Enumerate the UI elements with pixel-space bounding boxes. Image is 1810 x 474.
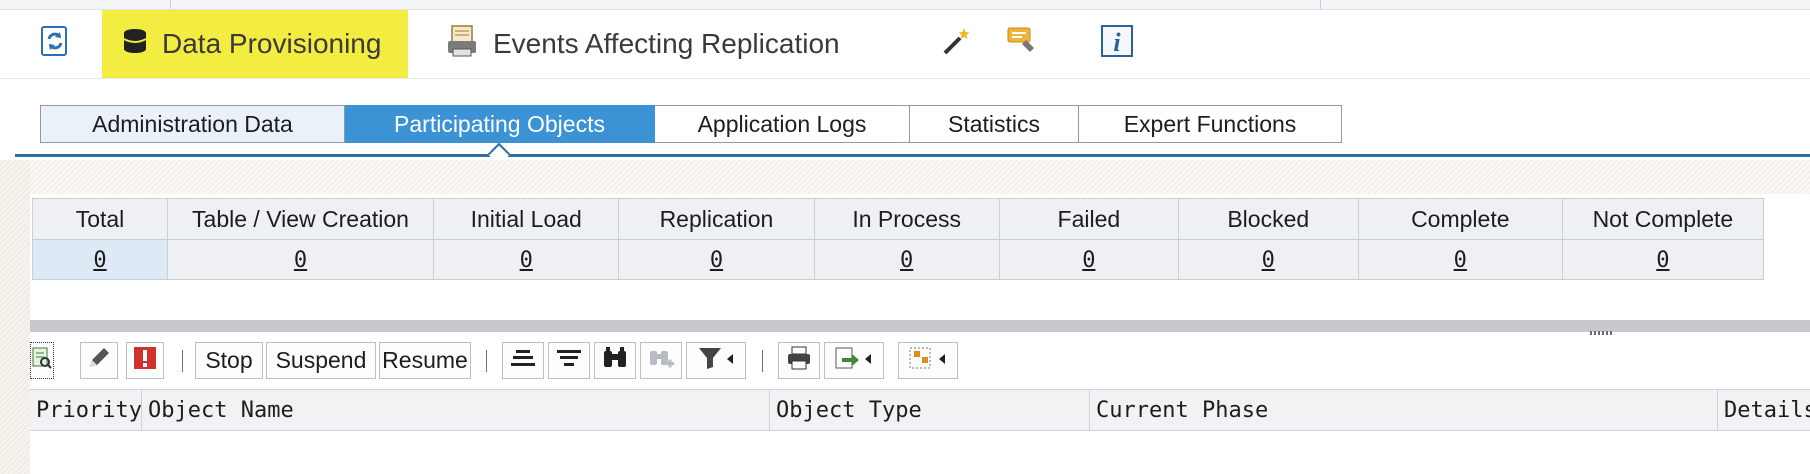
stat-header: Table / View Creation [166,198,435,240]
stat-complete-cell[interactable]: 0 [1357,239,1564,280]
stat-replication-cell[interactable]: 0 [618,239,815,280]
data-provisioning-button[interactable]: Data Provisioning [102,10,408,78]
column-header-priority[interactable]: Priority [30,390,142,430]
stat-header: Failed [998,198,1179,240]
stat-header: In Process [813,198,1000,240]
sort-ascending-button[interactable] [502,342,544,379]
stat-not-complete-cell[interactable]: 0 [1562,239,1764,280]
column-header-current-phase[interactable]: Current Phase [1090,390,1718,430]
stat-header: Total [32,198,168,240]
highlighter-button[interactable] [1004,10,1044,78]
resume-button[interactable]: Resume [379,342,471,379]
layout-icon [908,345,948,377]
stat-not-complete-link[interactable]: 0 [1656,248,1669,273]
refresh-button[interactable] [38,10,88,78]
background-pattern [0,160,1810,194]
select-layout-button[interactable] [30,342,54,379]
info-button[interactable]: i [1100,10,1140,78]
top-divider [1320,0,1321,9]
grid-header-row: Priority Object Name Object Type Current… [30,389,1810,431]
statistics-value-row: 0 0 0 0 0 0 0 0 0 [32,239,1810,280]
toolbar-separator [762,350,763,372]
magic-wand-icon [940,24,974,65]
stat-spacer [1763,239,1810,280]
stat-total-cell[interactable]: 0 [32,239,168,280]
stat-header: Replication [618,198,815,240]
events-affecting-replication-label: Events Affecting Replication [493,28,840,59]
stop-button[interactable]: Stop [195,342,263,379]
grid-body [30,431,1810,474]
pencil-icon [86,345,112,377]
suspend-button[interactable]: Suspend [266,342,376,379]
stat-initial-load-link[interactable]: 0 [520,248,533,273]
printer-log-icon [445,24,479,65]
background-pattern [0,160,30,474]
stat-replication-link[interactable]: 0 [710,248,723,273]
stat-blocked-link[interactable]: 0 [1262,248,1275,273]
error-button[interactable] [126,342,164,379]
stat-table-view-creation-link[interactable]: 0 [294,248,307,273]
tab-expert-functions[interactable]: Expert Functions [1079,105,1342,143]
stat-header: Not Complete [1562,198,1764,240]
stat-complete-link[interactable]: 0 [1454,248,1467,273]
stat-total-link[interactable]: 0 [93,248,106,273]
column-header-object-type[interactable]: Object Type [770,390,1090,430]
stat-failed-cell[interactable]: 0 [998,239,1179,280]
sort-ascending-icon [510,345,536,377]
stat-header: Blocked [1177,198,1359,240]
stat-in-process-link[interactable]: 0 [900,248,913,273]
binoculars-plus-icon [648,345,674,377]
splitter-grip-icon[interactable] [1590,331,1614,335]
stat-failed-link[interactable]: 0 [1082,248,1095,273]
tab-underline [15,154,1810,157]
stat-initial-load-cell[interactable]: 0 [433,239,620,280]
sort-descending-button[interactable] [548,342,590,379]
tab-participating-objects[interactable]: Participating Objects [345,105,655,143]
toolbar-separator [486,350,487,372]
find-next-button[interactable] [640,342,682,379]
tab-application-logs[interactable]: Application Logs [655,105,910,143]
tab-statistics[interactable]: Statistics [910,105,1079,143]
svg-text:i: i [1113,28,1121,57]
toolbar-separator [182,350,183,372]
filter-icon [696,345,736,377]
info-icon: i [1100,24,1134,65]
column-header-details[interactable]: Details [1718,390,1810,430]
stat-header: Complete [1357,198,1564,240]
grid-toolbar: Stop Suspend Resume [30,338,1810,384]
statistics-header-row: Total Table / View Creation Initial Load… [32,198,1810,240]
binoculars-icon [602,345,628,377]
edit-button[interactable] [80,342,118,379]
highlighter-icon [1004,24,1038,65]
tab-strip: Administration Data Participating Object… [40,105,1342,145]
print-button[interactable] [778,342,820,379]
application-toolbar: Data Provisioning Events Affecting Repli… [0,10,1810,79]
sort-descending-icon [556,345,582,377]
error-icon [132,345,158,377]
data-provisioning-label: Data Provisioning [162,28,382,59]
stat-spacer [1763,198,1810,240]
statistics-table: Total Table / View Creation Initial Load… [32,198,1810,280]
stat-header: Initial Load [433,198,620,240]
export-button[interactable] [824,342,884,379]
tab-administration-data[interactable]: Administration Data [40,105,345,143]
splitter-bar[interactable] [30,320,1810,332]
stat-table-view-creation-cell[interactable]: 0 [166,239,435,280]
column-header-object-name[interactable]: Object Name [142,390,770,430]
printer-icon [786,345,812,377]
filter-button[interactable] [686,342,746,379]
database-icon [122,27,148,62]
find-button[interactable] [594,342,636,379]
export-icon [834,345,874,377]
events-affecting-replication-button[interactable]: Events Affecting Replication [445,10,865,78]
layout-button[interactable] [898,342,958,379]
magic-wand-button[interactable] [940,10,980,78]
stat-blocked-cell[interactable]: 0 [1177,239,1359,280]
details-grid-icon [32,347,52,375]
top-divider [170,0,171,9]
refresh-icon [38,24,72,65]
top-strip [0,0,1810,10]
stat-in-process-cell[interactable]: 0 [813,239,1000,280]
